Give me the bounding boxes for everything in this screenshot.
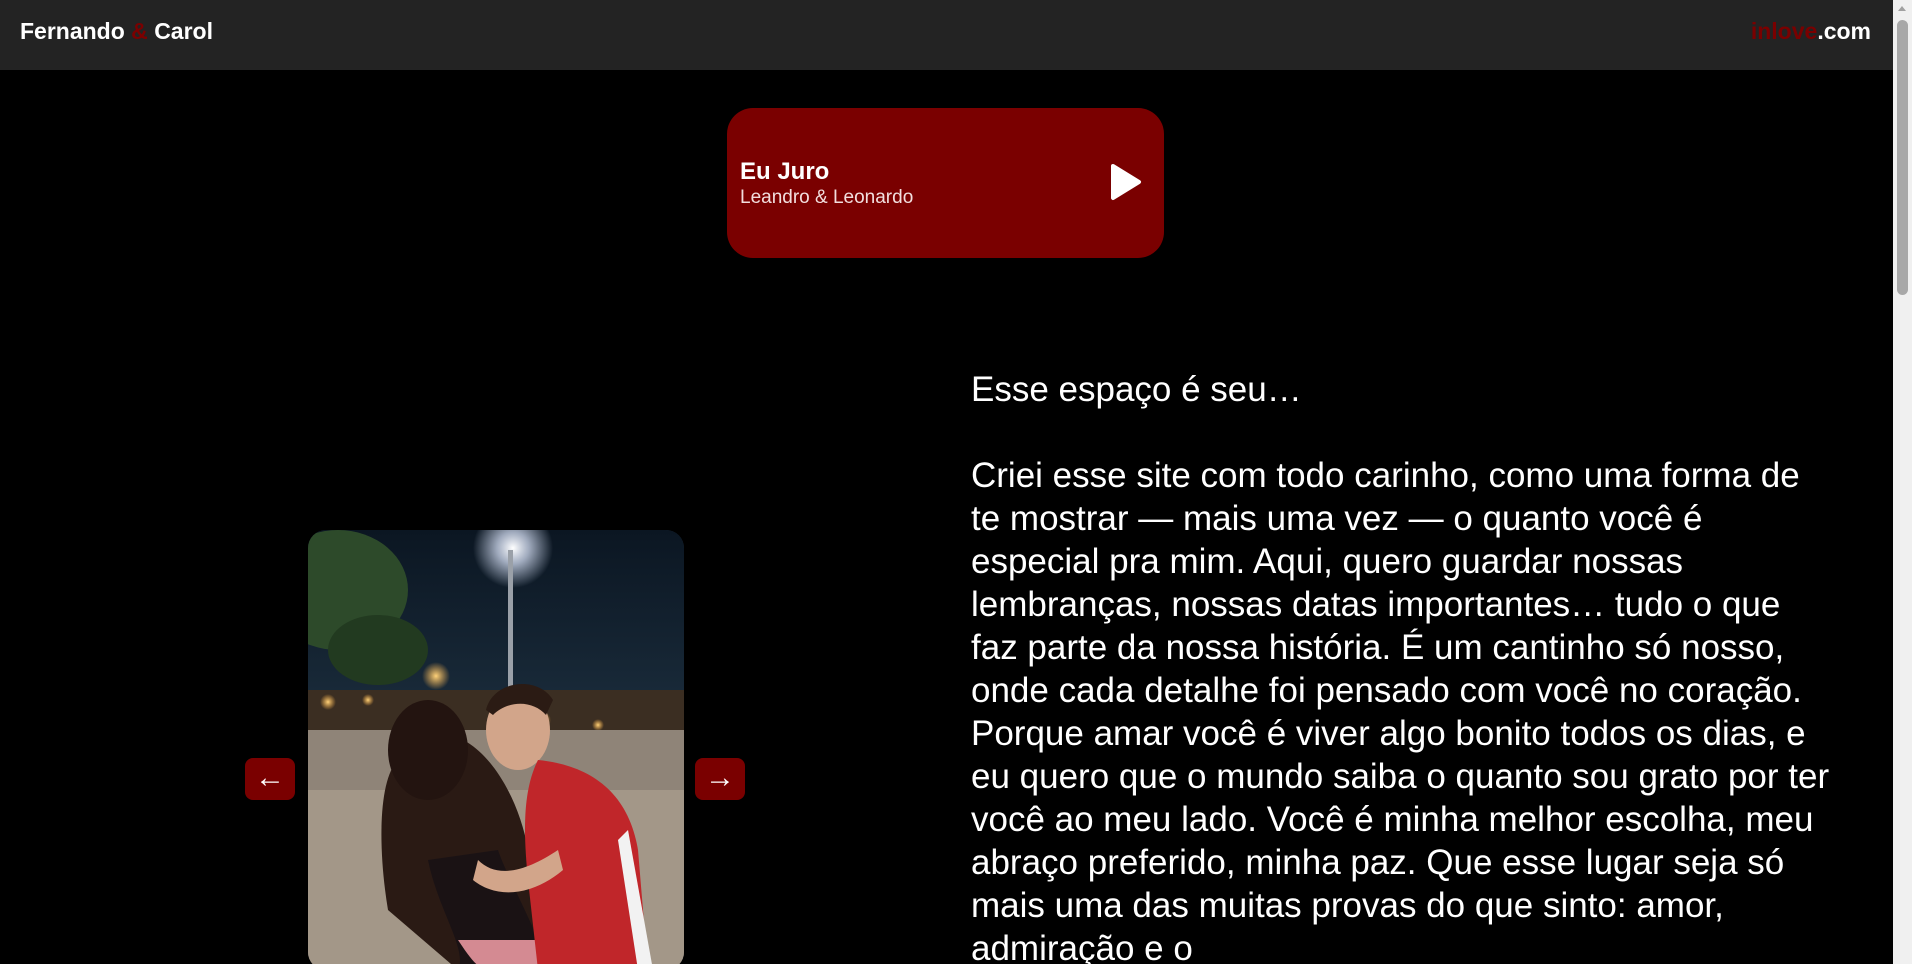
message-body: Criei esse site com todo carinho, como u… xyxy=(971,456,1830,964)
brand-name-1: Fernando xyxy=(20,18,125,44)
music-player-card: Eu Juro Leandro & Leonardo xyxy=(727,108,1164,258)
song-artist: Leandro & Leonardo xyxy=(740,187,914,208)
play-button[interactable] xyxy=(1107,162,1143,202)
brand-name-2: Carol xyxy=(154,18,213,44)
carousel-prev-button[interactable]: ← xyxy=(245,758,295,800)
love-message: Esse espaço é seu… Criei esse site com t… xyxy=(971,368,1831,964)
vertical-scrollbar[interactable] xyxy=(1893,0,1912,964)
message-heading: Esse espaço é seu… xyxy=(971,370,1302,409)
carousel-photo xyxy=(308,530,684,964)
site-link-accent: inlove xyxy=(1750,18,1818,44)
page: Fernando & Carol inlove.com Eu Juro Lean… xyxy=(0,0,1912,964)
play-icon xyxy=(1111,164,1141,200)
brand-ampersand: & xyxy=(131,18,148,44)
couple-photo xyxy=(308,530,684,964)
site-link-suffix: .com xyxy=(1817,18,1871,44)
carousel-next-button[interactable]: → xyxy=(695,758,745,800)
site-link[interactable]: inlove.com xyxy=(1751,18,1871,45)
scroll-up-arrow-icon[interactable] xyxy=(1898,6,1906,11)
song-title: Eu Juro xyxy=(740,158,830,185)
top-bar: Fernando & Carol inlove.com xyxy=(0,0,1893,70)
scroll-thumb[interactable] xyxy=(1897,20,1908,295)
brand-title[interactable]: Fernando & Carol xyxy=(20,18,213,45)
